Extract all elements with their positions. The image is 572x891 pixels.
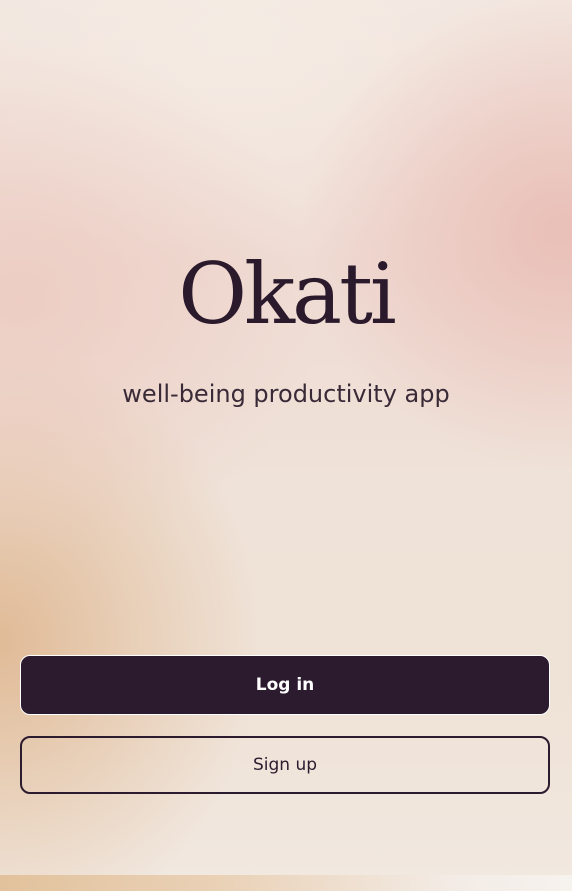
- signup-button[interactable]: Sign up: [20, 736, 550, 794]
- login-button[interactable]: Log in: [20, 655, 550, 715]
- app-tagline: well-being productivity app: [122, 380, 450, 408]
- welcome-screen: Okati well-being productivity app Log in…: [0, 0, 572, 891]
- signup-button-label: Sign up: [252, 755, 318, 775]
- app-logo: Okati: [178, 245, 396, 343]
- bottom-edge-strip: [0, 875, 572, 891]
- login-button-label: Log in: [255, 675, 315, 695]
